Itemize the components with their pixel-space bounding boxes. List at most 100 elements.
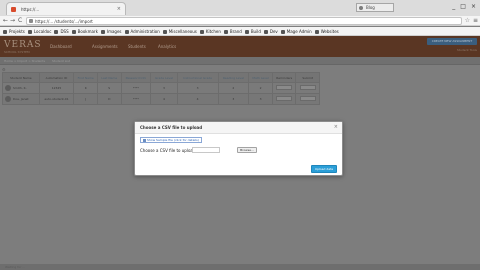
bookmark-icon (199, 29, 204, 34)
table-cell: **** (120, 93, 152, 105)
nav-assignments[interactable]: Assignments (92, 44, 118, 49)
header-tools-label: Student Tools (456, 48, 477, 52)
table-cell (295, 93, 320, 105)
sample-file-link[interactable]: Show Sample file (click for details) (140, 137, 202, 143)
nav-analytics[interactable]: Analytics (158, 44, 176, 49)
table-cell: 12345 (38, 82, 75, 94)
browse-button[interactable]: Browse... (237, 147, 257, 153)
browser-tab[interactable]: https://... × (6, 2, 126, 15)
back-icon[interactable]: ← (3, 17, 8, 25)
bookmark-item[interactable]: Images (100, 27, 122, 36)
bookmark-item[interactable]: Administration (124, 27, 160, 36)
table-cell: D (96, 93, 122, 105)
upload-data-button[interactable]: Upload data (311, 165, 337, 173)
bookmark-item[interactable]: DSS (54, 27, 69, 36)
breadcrumb-current: Student List (52, 59, 71, 63)
column-header: Reminders (272, 72, 297, 83)
table-cell (272, 93, 297, 105)
column-header[interactable]: First Name (73, 72, 98, 83)
bookmark-item[interactable]: Kitchen (199, 27, 221, 36)
favicon-icon (11, 7, 16, 12)
maximize-button[interactable]: □ (460, 3, 466, 10)
status-text: Waiting for ... (5, 265, 26, 269)
table-cell: 3 (217, 93, 250, 105)
dialog-title: Choose a CSV file to upload (140, 125, 203, 130)
tab-close-icon[interactable]: × (117, 3, 121, 16)
bookmark-icon (71, 29, 76, 34)
profile-button[interactable]: Blog (356, 3, 394, 12)
column-header[interactable]: Password Info (120, 72, 152, 83)
browser-toolbar: ← → C https://... /students/.../import ☆… (0, 16, 480, 26)
bookmark-icon (54, 29, 59, 34)
bookmark-icon (100, 29, 105, 34)
bookmark-item[interactable]: Miscellaneous (162, 27, 197, 36)
browser-titlebar: https://... × Blog _ □ × (0, 0, 480, 16)
table-cell (272, 82, 297, 94)
bookmark-icon (280, 29, 285, 34)
app-header: VERAS SCHOOL SYSTEM Dashboard Assignment… (0, 36, 480, 57)
address-text: https://... /students/.../import (35, 19, 93, 24)
bookmark-item[interactable]: Projekts (3, 27, 25, 36)
app-logo[interactable]: VERAS (4, 40, 42, 50)
breadcrumb-path[interactable]: Home > Import > Students (4, 58, 45, 64)
reminders-button[interactable] (276, 96, 293, 101)
address-bar[interactable]: https://... /students/.../import (26, 17, 462, 25)
nav-students[interactable]: Students (128, 44, 146, 49)
profile-label: Blog (366, 5, 375, 10)
submit-button[interactable] (299, 85, 316, 90)
column-header[interactable]: Automation ID (38, 72, 75, 83)
create-assignment-button[interactable]: CREATE NEW ASSIGNMENT (427, 38, 477, 45)
minimize-button[interactable]: _ (452, 3, 455, 10)
close-icon[interactable]: × (334, 124, 338, 130)
column-header[interactable]: Reading Level (217, 72, 250, 83)
forward-icon[interactable]: → (10, 17, 15, 25)
file-input[interactable] (192, 147, 220, 153)
bookmark-item[interactable]: Localdoc (27, 27, 51, 36)
bookmark-item[interactable]: Websites (314, 27, 339, 36)
student-cell: Doe, Janet (2, 93, 40, 105)
column-header: Student Name (2, 72, 40, 83)
table-cell: J (73, 93, 98, 105)
nav-dashboard[interactable]: Dashboard (50, 44, 72, 49)
reload-icon[interactable]: C (18, 17, 22, 25)
bookmark-icon (3, 29, 7, 34)
lock-icon (29, 19, 33, 23)
breadcrumb: Home > Import > Students Student List (0, 57, 480, 65)
status-bar: Waiting for ... (0, 264, 480, 270)
student-table: Student Name Automation ID First Name La… (2, 72, 320, 105)
tab-title: https://... (21, 7, 40, 12)
close-window-button[interactable]: × (471, 3, 476, 10)
app-logo-subtitle: SCHOOL SYSTEM (4, 50, 30, 54)
table-cell: auto-student-01 (38, 93, 75, 105)
table-cell: 4 (150, 93, 178, 105)
browser-menu-icon[interactable]: ≡ (473, 17, 478, 25)
table-cell: S (96, 82, 122, 94)
bookmark-item[interactable]: Dev (263, 27, 278, 36)
table-cell: 2 (248, 82, 274, 94)
table-cell: 3 (150, 82, 178, 94)
column-header[interactable]: Instructional Grade (176, 72, 219, 83)
submit-button[interactable] (299, 96, 316, 101)
file-input-label: Choose a CSV file to upload: (140, 148, 197, 153)
upload-csv-dialog: Choose a CSV file to upload × Show Sampl… (134, 121, 343, 176)
bookmark-icon (244, 29, 249, 34)
bookmark-item[interactable]: Build (244, 27, 261, 36)
dialog-header: Choose a CSV file to upload × (135, 122, 342, 134)
reminders-button[interactable] (276, 85, 293, 90)
bookmark-item[interactable]: Mage Admin (280, 27, 312, 36)
bookmark-icon (124, 29, 129, 34)
bookmark-item[interactable]: Brand (223, 27, 242, 36)
bookmark-star-icon[interactable]: ☆ (465, 17, 470, 25)
table-cell: 3 (176, 82, 219, 94)
table-row: Doe, Janet auto-student-01 J D **** 4 4 … (2, 93, 320, 105)
window-controls: _ □ × (452, 3, 476, 10)
bookmarks-bar: Projekts Localdoc DSS Bookmark Images Ad… (0, 27, 480, 36)
table-cell: **** (120, 82, 152, 94)
table-cell: 4 (176, 93, 219, 105)
table-cell: 2 (217, 82, 250, 94)
column-header[interactable]: Last Name (96, 72, 122, 83)
column-header[interactable]: Math Level (248, 72, 274, 83)
table-cell (295, 82, 320, 94)
bookmark-item[interactable]: Bookmark (71, 27, 98, 36)
column-header[interactable]: Grade Level (150, 72, 178, 83)
